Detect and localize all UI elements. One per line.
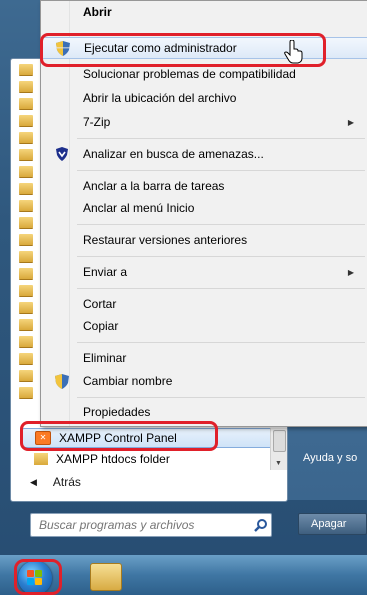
menu-item-label: Anclar a la barra de tareas xyxy=(83,179,225,193)
folder-icon[interactable] xyxy=(19,200,33,211)
folder-icon[interactable] xyxy=(19,268,33,279)
menu-separator xyxy=(77,342,365,343)
menu-item-label: Solucionar problemas de compatibilidad xyxy=(83,67,296,81)
menu-item-rename[interactable]: Cambiar nombre xyxy=(41,370,367,392)
folder-icon[interactable] xyxy=(19,353,33,364)
menu-separator xyxy=(77,170,365,171)
help-and-support-link[interactable]: Ayuda y so xyxy=(303,452,357,464)
menu-item-pin-taskbar[interactable]: Anclar a la barra de tareas xyxy=(41,175,367,197)
menu-item-delete[interactable]: Eliminar xyxy=(41,347,367,369)
menu-item-restore-versions[interactable]: Restaurar versiones anteriores xyxy=(41,229,367,251)
menu-item-label: Propiedades xyxy=(83,405,151,419)
menu-item-copy[interactable]: Copiar xyxy=(41,315,367,337)
program-list-scrollbar[interactable]: ▼ xyxy=(270,428,287,470)
folder-icon[interactable] xyxy=(19,166,33,177)
menu-item-label: Eliminar xyxy=(83,351,127,365)
menu-item-pin-start[interactable]: Anclar al menú Inicio xyxy=(41,197,367,219)
annotation-highlight-run-as-admin xyxy=(40,33,326,67)
menu-item-open[interactable]: Abrir xyxy=(41,1,367,23)
menu-separator xyxy=(77,397,365,398)
folder-icon[interactable] xyxy=(19,251,33,262)
folder-icon[interactable] xyxy=(19,370,33,381)
back-label: Atrás xyxy=(52,475,81,489)
menu-separator xyxy=(77,288,365,289)
shutdown-button[interactable]: Apagar xyxy=(298,513,367,535)
menu-item-properties[interactable]: Propiedades xyxy=(41,401,367,423)
menu-item-label: 7-Zip xyxy=(83,115,111,129)
annotation-highlight-start-button xyxy=(14,559,62,595)
submenu-arrow-icon: ▶ xyxy=(347,117,354,127)
search-box[interactable] xyxy=(30,513,272,537)
windows-explorer-icon[interactable] xyxy=(90,563,122,591)
folder-icon[interactable] xyxy=(19,234,33,245)
folder-icon xyxy=(34,453,48,465)
folder-icon[interactable] xyxy=(19,319,33,330)
menu-item-label: Anclar al menú Inicio xyxy=(83,201,195,215)
program-item-xampp-htdocs-folder[interactable]: XAMPP htdocs folder xyxy=(22,450,272,468)
menu-item-label: Analizar en busca de amenazas... xyxy=(83,147,264,161)
menu-item-label: Abrir la ubicación del archivo xyxy=(83,91,237,105)
folder-icon[interactable] xyxy=(19,115,33,126)
folder-icon[interactable] xyxy=(19,98,33,109)
folder-icon[interactable] xyxy=(19,336,33,347)
folder-icon[interactable] xyxy=(19,387,33,398)
annotation-highlight-xampp xyxy=(20,421,218,451)
back-button[interactable]: ◀ Atrás xyxy=(30,475,81,489)
menu-item-scan-threats[interactable]: Analizar en busca de amenazas... xyxy=(41,143,367,165)
folder-icon[interactable] xyxy=(19,149,33,160)
menu-separator xyxy=(77,224,365,225)
folder-icon[interactable] xyxy=(19,183,33,194)
menu-item-label: Cambiar nombre xyxy=(83,374,173,388)
menu-item-label: Cortar xyxy=(83,297,117,311)
folder-icon[interactable] xyxy=(19,217,33,228)
folder-icon[interactable] xyxy=(19,81,33,92)
menu-item-label: Enviar a xyxy=(83,265,128,279)
folder-icons-column xyxy=(19,64,33,404)
submenu-arrow-icon: ▶ xyxy=(347,267,354,277)
scroll-down-arrow-icon[interactable]: ▼ xyxy=(275,460,282,467)
search-input[interactable] xyxy=(37,517,251,533)
antivirus-shield-icon xyxy=(54,146,70,162)
folder-icon[interactable] xyxy=(19,302,33,313)
menu-item-label: Abrir xyxy=(83,5,112,19)
menu-separator xyxy=(77,256,365,257)
menu-item-open-location[interactable]: Abrir la ubicación del archivo xyxy=(41,87,367,109)
menu-item-label: Restaurar versiones anteriores xyxy=(83,233,248,247)
folder-icon[interactable] xyxy=(19,132,33,143)
scrollbar-thumb[interactable] xyxy=(273,430,286,452)
folder-icon[interactable] xyxy=(19,285,33,296)
program-label: XAMPP htdocs folder xyxy=(56,452,170,466)
search-icon[interactable] xyxy=(251,515,271,535)
menu-item-send-to[interactable]: Enviar a ▶ xyxy=(41,261,367,283)
back-arrow-icon: ◀ xyxy=(30,476,37,487)
menu-item-label: Copiar xyxy=(83,319,119,333)
menu-separator xyxy=(77,138,365,139)
uac-shield-icon xyxy=(54,373,70,389)
menu-item-7zip[interactable]: 7-Zip ▶ xyxy=(41,111,367,133)
folder-icon[interactable] xyxy=(19,64,33,75)
menu-item-cut[interactable]: Cortar xyxy=(41,293,367,315)
